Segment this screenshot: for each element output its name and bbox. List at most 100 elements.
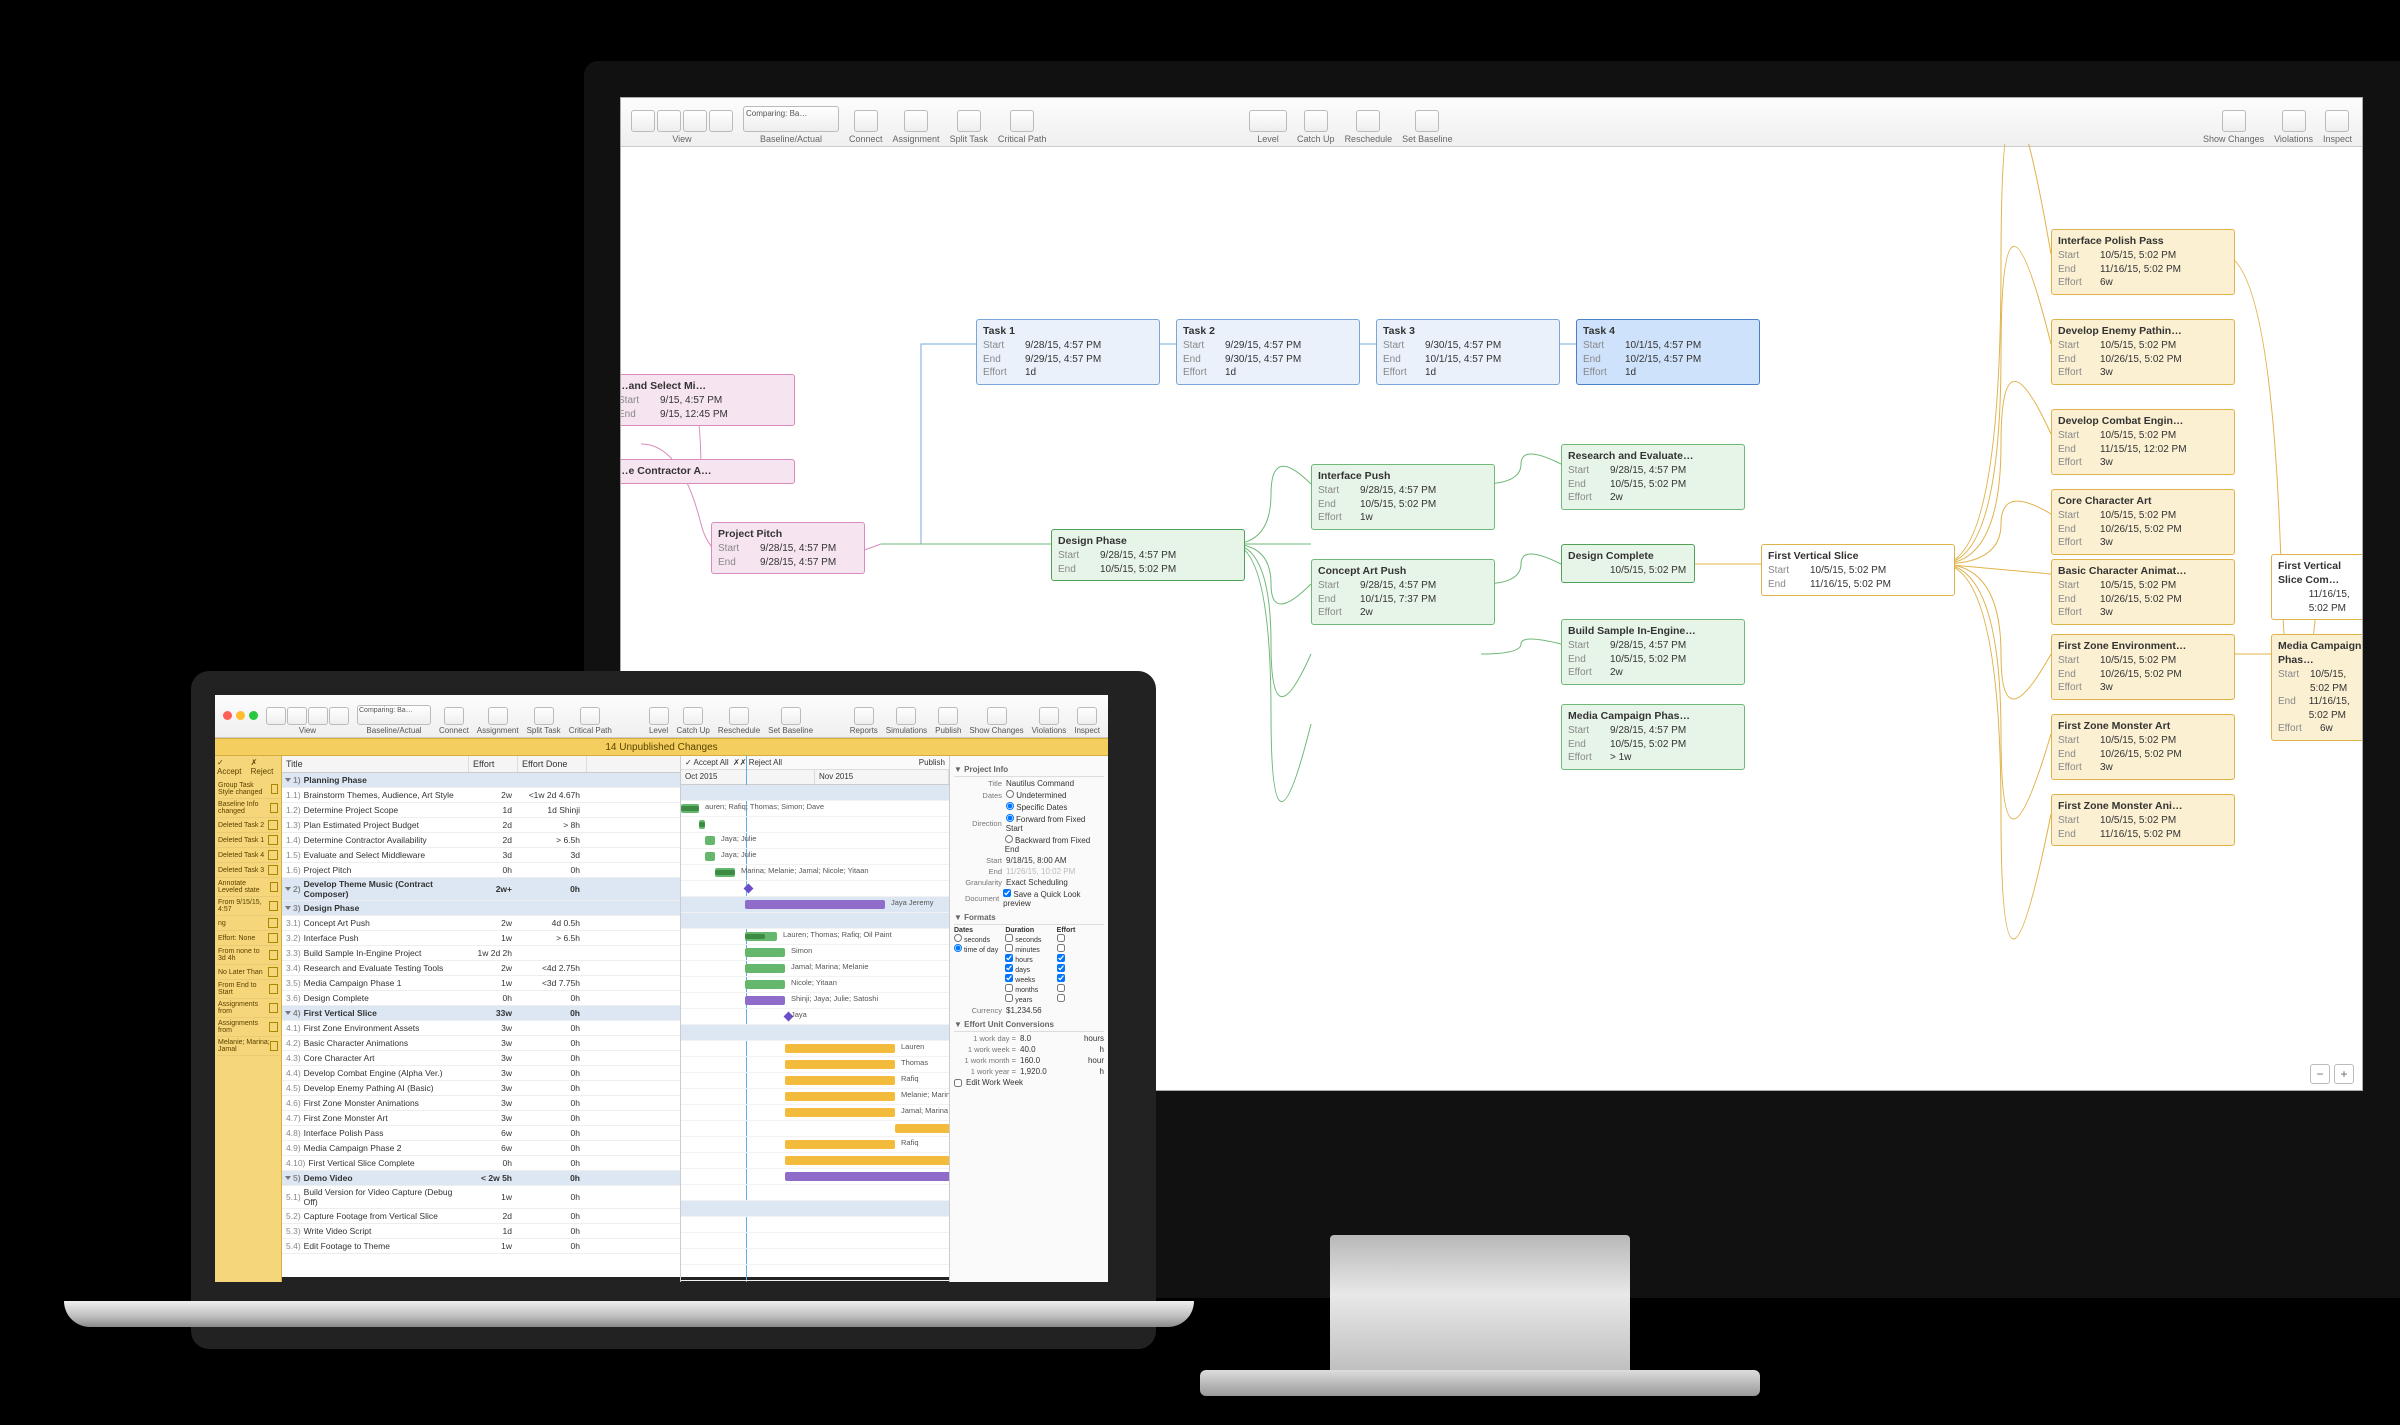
l-view-2[interactable] [287, 707, 307, 725]
l-critical[interactable] [580, 707, 600, 725]
node-concept-art[interactable]: Concept Art PushStart9/28/15, 4:57 PMEnd… [1311, 559, 1495, 625]
change-item[interactable]: From none to 3d 4h [217, 946, 279, 965]
node-fvscomp[interactable]: First Vertical Slice Com…11/16/15, 5:02 … [2271, 554, 2362, 620]
gantt-row[interactable]: Jamal; Marina [681, 1105, 949, 1121]
task-row[interactable]: 3.3)Build Sample In-Engine Project1w 2d … [282, 946, 680, 961]
task-row[interactable]: 5.3)Write Video Script1d0h [282, 1224, 680, 1239]
gantt-bar[interactable] [745, 996, 785, 1005]
gantt-row[interactable]: Jaya Jeremy [681, 897, 949, 913]
gantt-bar[interactable] [785, 1140, 895, 1149]
node-ccart[interactable]: Core Character ArtStart10/5/15, 5:02 PME… [2051, 489, 2235, 555]
node-depath[interactable]: Develop Enemy Pathin…Start10/5/15, 5:02 … [2051, 319, 2235, 385]
node-contractor[interactable]: …e Contractor A… [621, 459, 795, 484]
view-btn-3[interactable] [683, 110, 707, 132]
node-fvs[interactable]: First Vertical SliceStart10/5/15, 5:02 P… [1761, 544, 1955, 596]
gantt-row[interactable]: Rafiq [681, 1137, 949, 1153]
node-research-eval[interactable]: Research and Evaluate…Start9/28/15, 4:57… [1561, 444, 1745, 510]
gantt-chart[interactable]: ✓ Accept All ✗✗ Reject All Publish Oct 2… [681, 756, 950, 1282]
accept-change-btn[interactable]: ✓ Accept [217, 758, 247, 776]
node-media-camp1[interactable]: Media Campaign Phas…Start9/28/15, 4:57 P… [1561, 704, 1745, 770]
change-item[interactable]: No Later Than [217, 965, 279, 980]
l-compare[interactable]: Comparing: Ba… [357, 705, 431, 725]
gantt-row[interactable]: auren; Rafiq; Thomas; Simon; Dave [681, 801, 949, 817]
node-task1[interactable]: Task 1Start9/28/15, 4:57 PMEnd9/29/15, 4… [976, 319, 1160, 385]
node-task3[interactable]: Task 3Start9/30/15, 4:57 PMEnd10/1/15, 4… [1376, 319, 1560, 385]
node-fzmani[interactable]: First Zone Monster Ani…Start10/5/15, 5:0… [2051, 794, 2235, 846]
zoom-in-btn[interactable]: + [2334, 1064, 2354, 1084]
dir-back-radio[interactable] [1005, 835, 1013, 843]
l-publish[interactable] [938, 707, 958, 725]
reject-change-btn[interactable]: ✗ Reject [251, 758, 279, 776]
gantt-row[interactable] [681, 817, 949, 833]
gantt-bar[interactable] [785, 1060, 895, 1069]
gantt-row[interactable]: Simon [681, 945, 949, 961]
granularity-field[interactable]: Exact Scheduling [1006, 878, 1104, 887]
split-btn[interactable] [957, 110, 981, 132]
catchup-btn[interactable] [1304, 110, 1328, 132]
task-row[interactable]: 1.6)Project Pitch0h0h [282, 863, 680, 878]
gantt-row[interactable]: Shinji; Jaya; Julie; Satoshi [681, 993, 949, 1009]
task-row[interactable]: 4.3)Core Character Art3w0h [282, 1051, 680, 1066]
gantt-row[interactable]: Thomas [681, 1057, 949, 1073]
task-row[interactable]: 4.9)Media Campaign Phase 26w0h [282, 1141, 680, 1156]
edit-workweek-checkbox[interactable] [954, 1079, 962, 1087]
start-date-field[interactable]: 9/18/15, 8:00 AM [1006, 856, 1104, 865]
change-item[interactable]: Annotate Leveled state [217, 878, 279, 897]
change-item[interactable]: Deleted Task 4 [217, 848, 279, 863]
node-bcanim[interactable]: Basic Character Animat…Start10/5/15, 5:0… [2051, 559, 2235, 625]
node-design-complete[interactable]: Design Complete10/5/15, 5:02 PM [1561, 544, 1695, 583]
task-row[interactable]: 4.5)Develop Enemy Pathing AI (Basic)3w0h [282, 1081, 680, 1096]
task-row[interactable]: 1)Planning Phase [282, 773, 680, 788]
reject-all-btn[interactable]: ✗✗ Reject All [733, 758, 782, 767]
gantt-bar[interactable] [785, 1044, 895, 1053]
gantt-bar[interactable] [785, 1172, 950, 1181]
task-row[interactable]: 3.2)Interface Push1w> 6.5h [282, 931, 680, 946]
change-item[interactable]: Deleted Task 2 [217, 818, 279, 833]
view-btn-1[interactable] [631, 110, 655, 132]
task-row[interactable]: 3.1)Concept Art Push2w4d 0.5h [282, 916, 680, 931]
gantt-row[interactable]: Shinji; Jaya; Satoshi [681, 1169, 949, 1185]
assignment-btn[interactable] [904, 110, 928, 132]
gantt-row[interactable]: Marina; Melanie; Jamal; Nicole; Yitaan [681, 865, 949, 881]
task-row[interactable]: 1.2)Determine Project Scope1d1d Shinji [282, 803, 680, 818]
gantt-bar[interactable] [785, 1108, 895, 1117]
change-item[interactable]: Assignments from [217, 1018, 279, 1037]
gantt-bar[interactable] [785, 1076, 895, 1085]
gantt-row[interactable] [681, 1025, 949, 1041]
task-row[interactable]: 3)Design Phase [282, 901, 680, 916]
node-dcombat[interactable]: Develop Combat Engin…Start10/5/15, 5:02 … [2051, 409, 2235, 475]
gantt-row[interactable]: Thomas [681, 1121, 949, 1137]
change-item[interactable]: ng [217, 916, 279, 931]
node-task4[interactable]: Task 4Start10/1/15, 4:57 PMEnd10/2/15, 4… [1576, 319, 1760, 385]
gantt-bar[interactable] [745, 980, 785, 989]
gantt-row[interactable]: Shinji [681, 1265, 949, 1281]
node-pitch[interactable]: Project PitchStart9/28/15, 4:57 PMEnd9/2… [711, 522, 865, 574]
gantt-row[interactable]: Jaya [681, 1185, 949, 1201]
l-showchg[interactable] [987, 707, 1007, 725]
critical-btn[interactable] [1010, 110, 1034, 132]
view-btn-2[interactable] [657, 110, 681, 132]
violations-btn[interactable] [2282, 110, 2306, 132]
gantt-row[interactable] [681, 1201, 949, 1217]
task-row[interactable]: 5.1)Build Version for Video Capture (Deb… [282, 1186, 680, 1209]
l-split[interactable] [534, 707, 554, 725]
project-title-field[interactable]: Nautilus Command [1006, 779, 1104, 788]
node-ipolish[interactable]: Interface Polish PassStart10/5/15, 5:02 … [2051, 229, 2235, 295]
task-row[interactable]: 4.8)Interface Polish Pass6w0h [282, 1126, 680, 1141]
node-mph2[interactable]: Media Campaign Phas…Start10/5/15, 5:02 P… [2271, 634, 2362, 741]
change-item[interactable]: Effort: None [217, 931, 279, 946]
change-item[interactable]: Assignments from [217, 999, 279, 1018]
l-reports[interactable] [854, 707, 874, 725]
node-interface-push[interactable]: Interface PushStart9/28/15, 4:57 PMEnd10… [1311, 464, 1495, 530]
col-effdone[interactable]: Effort Done [518, 756, 587, 772]
task-row[interactable]: 5)Demo Video< 2w 5h0h [282, 1171, 680, 1186]
gantt-row[interactable]: Nicole; Yitaan [681, 977, 949, 993]
node-fzmart[interactable]: First Zone Monster ArtStart10/5/15, 5:02… [2051, 714, 2235, 780]
gantt-row[interactable]: Lauren [681, 1041, 949, 1057]
compare-dropdown[interactable]: Comparing: Ba… [743, 106, 839, 132]
task-row[interactable]: 1.5)Evaluate and Select Middleware3d3d [282, 848, 680, 863]
publish-btn[interactable]: Publish [919, 758, 945, 767]
currency-field[interactable]: $1,234.56 [1006, 1006, 1104, 1015]
inspect-btn[interactable] [2325, 110, 2349, 132]
l-setbase[interactable] [781, 707, 801, 725]
